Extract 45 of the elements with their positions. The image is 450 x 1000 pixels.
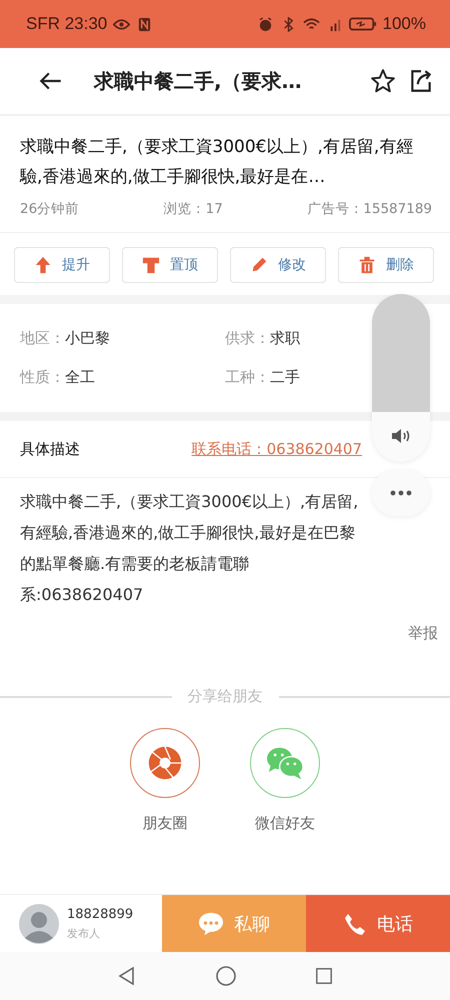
chat-bubbles-icon	[265, 745, 305, 781]
trash-icon	[358, 256, 376, 274]
carrier-time: SFR 23:30	[26, 14, 108, 34]
post-time: 26分钟前	[20, 200, 80, 218]
section-heading: 具体描述	[20, 440, 80, 458]
phone-icon	[343, 912, 367, 936]
eye-icon	[113, 16, 130, 32]
aperture-icon	[147, 745, 183, 781]
chat-bubble-icon	[198, 912, 224, 936]
publisher-name: 18828899	[67, 906, 134, 922]
action-button[interactable]: 提升	[14, 247, 110, 283]
share-heading: 分享给朋友	[188, 687, 262, 706]
ad-number: 广告号：15587189	[307, 200, 432, 218]
action-button[interactable]: 置顶	[122, 247, 218, 283]
avatar	[19, 904, 59, 944]
field-value: 求职	[270, 329, 300, 347]
view-count: 浏览：17	[164, 200, 223, 218]
recents-nav-icon[interactable]	[315, 967, 333, 985]
battery-icon	[348, 16, 377, 32]
more-icon	[389, 490, 413, 496]
back-nav-icon[interactable]	[117, 966, 137, 986]
pencil-icon	[250, 256, 268, 274]
field-label: 性质：	[20, 368, 65, 386]
wifi-icon	[302, 16, 320, 32]
page-title: 求職中餐二手,（要求…	[94, 68, 303, 94]
field-value: 小巴黎	[65, 329, 110, 347]
volume-slider[interactable]	[372, 294, 430, 462]
battery-percent: 100%	[382, 14, 426, 34]
contact-button[interactable]: 电话	[306, 895, 450, 952]
field-label: 地区：	[20, 329, 65, 347]
post-title: 求職中餐二手,（要求工資3000€以上）,有居留,有經驗,香港過來的,做工手腳很快,最好是在…	[20, 136, 414, 189]
report-link[interactable]: 举报	[408, 624, 438, 643]
action-button[interactable]: 删除	[338, 247, 434, 283]
up-arrow-icon	[34, 256, 52, 274]
description-text: 求職中餐二手,（要求工資3000€以上）,有居留,有經驗,香港過來的,做工手腳很快,最好是在巴黎的點單餐廳.有需要的老板請電聯系:0638620407	[20, 491, 360, 606]
field-value: 全工	[65, 368, 95, 386]
field-label: 工种：	[225, 368, 270, 386]
alarm-icon	[256, 16, 274, 32]
home-nav-icon[interactable]	[215, 965, 237, 987]
publisher-role: 发布人	[67, 926, 101, 940]
phone-link[interactable]: 联系电话：0638620407	[192, 440, 362, 458]
field-value: 二手	[270, 368, 300, 386]
action-button[interactable]: 修改	[230, 247, 326, 283]
shirt-icon	[142, 256, 160, 274]
field-label: 供求：	[225, 329, 270, 347]
